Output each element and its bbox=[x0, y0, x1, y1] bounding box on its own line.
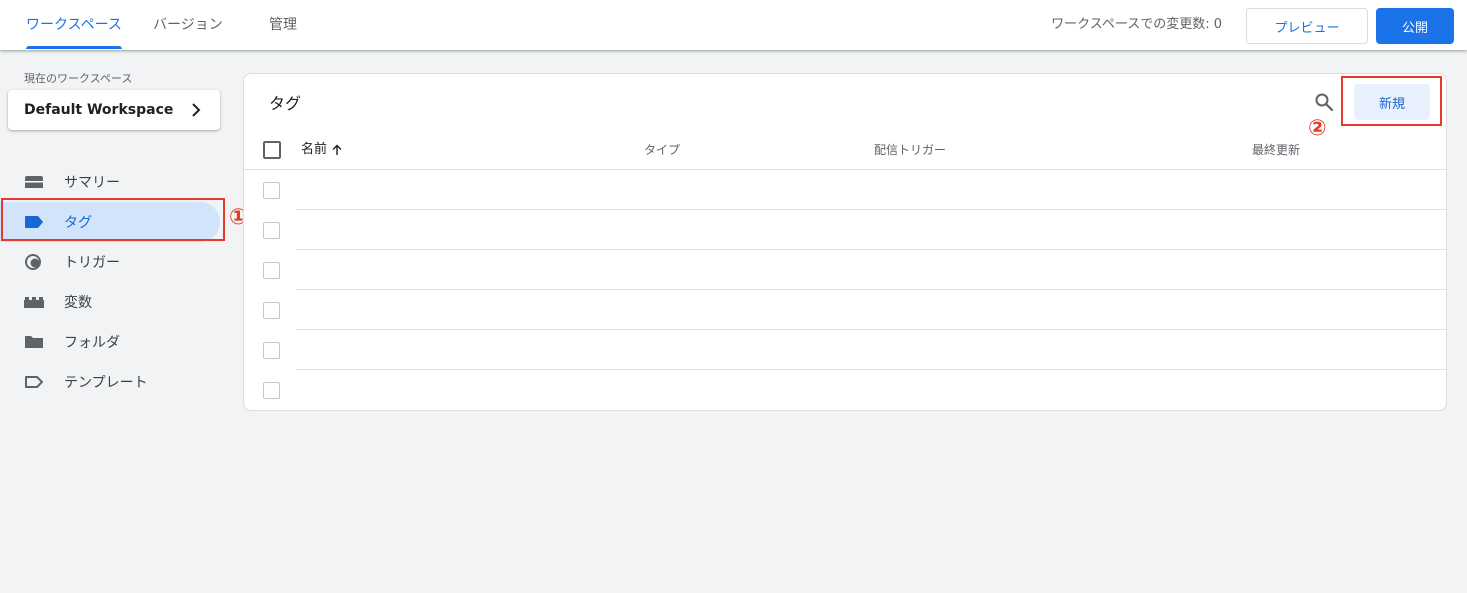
sidebar-item-label: 変数 bbox=[64, 295, 92, 311]
sidebar-item-variables[interactable]: 変数 bbox=[0, 282, 220, 322]
variables-icon bbox=[24, 297, 44, 308]
sidebar-item-label: サマリー bbox=[64, 175, 120, 191]
table-header: 名前 タイプ 配信トリガー 最終更新 bbox=[244, 130, 1446, 170]
table-row bbox=[296, 210, 1350, 250]
column-header-last-edited[interactable]: 最終更新 bbox=[1252, 130, 1300, 170]
table-row bbox=[296, 290, 1350, 330]
chevron-right-icon bbox=[192, 103, 201, 117]
sidebar-item-label: フォルダ bbox=[64, 335, 120, 351]
sidebar-item-folders[interactable]: フォルダ bbox=[0, 322, 220, 362]
table-row bbox=[1350, 170, 1446, 210]
sidebar-item-triggers[interactable]: トリガー bbox=[0, 242, 220, 282]
row-checkbox[interactable] bbox=[263, 302, 280, 319]
search-icon[interactable] bbox=[1314, 92, 1334, 112]
table-row bbox=[296, 170, 1350, 210]
table-row bbox=[296, 250, 1350, 290]
folder-icon bbox=[25, 336, 43, 348]
template-icon bbox=[25, 376, 43, 388]
workspace-name: Default Workspace bbox=[24, 102, 174, 118]
sidebar-item-templates[interactable]: テンプレート bbox=[0, 362, 220, 402]
table-row bbox=[1350, 330, 1446, 370]
table-row bbox=[296, 330, 1350, 370]
column-header-firing-triggers[interactable]: 配信トリガー bbox=[874, 130, 946, 170]
tab-workspace[interactable]: ワークスペース bbox=[26, 0, 122, 50]
trigger-icon bbox=[25, 254, 41, 270]
sidebar-item-label: トリガー bbox=[64, 255, 120, 271]
summary-icon bbox=[25, 176, 43, 188]
tab-admin[interactable]: 管理 bbox=[269, 0, 297, 50]
sort-ascending-icon bbox=[332, 144, 342, 155]
table-row bbox=[1350, 210, 1446, 250]
annotation-marker-2: ② bbox=[1308, 116, 1327, 141]
panel-title: タグ bbox=[269, 94, 302, 113]
publish-button[interactable]: 公開 bbox=[1376, 8, 1454, 44]
column-header-name[interactable]: 名前 bbox=[301, 130, 343, 170]
row-checkbox[interactable] bbox=[263, 382, 280, 399]
row-checkbox[interactable] bbox=[263, 182, 280, 199]
sidebar-item-summary[interactable]: サマリー bbox=[0, 162, 220, 202]
current-workspace-label: 現在のワークスペース bbox=[24, 72, 133, 85]
preview-button[interactable]: プレビュー bbox=[1246, 8, 1368, 44]
select-all-checkbox[interactable] bbox=[263, 141, 281, 159]
workspace-selector[interactable]: Default Workspace bbox=[8, 90, 220, 130]
workspace-changes-count: ワークスペースでの変更数: 0 bbox=[1051, 17, 1222, 32]
row-checkbox[interactable] bbox=[263, 342, 280, 359]
annotation-highlight-new-button bbox=[1341, 76, 1442, 126]
tags-panel: タグ 新規 名前 タイプ 配信トリガー 最終更新 bbox=[243, 73, 1447, 411]
tab-versions[interactable]: バージョン bbox=[153, 0, 223, 50]
sidebar-item-label: テンプレート bbox=[64, 375, 148, 391]
row-checkbox[interactable] bbox=[263, 222, 280, 239]
annotation-highlight-tags bbox=[1, 198, 225, 241]
row-checkbox[interactable] bbox=[263, 262, 280, 279]
top-bar: ワークスペース バージョン 管理 ワークスペースでの変更数: 0 プレビュー 公… bbox=[0, 0, 1467, 50]
column-header-type[interactable]: タイプ bbox=[644, 130, 680, 170]
table-row bbox=[1350, 250, 1446, 290]
table-row bbox=[1350, 290, 1446, 330]
